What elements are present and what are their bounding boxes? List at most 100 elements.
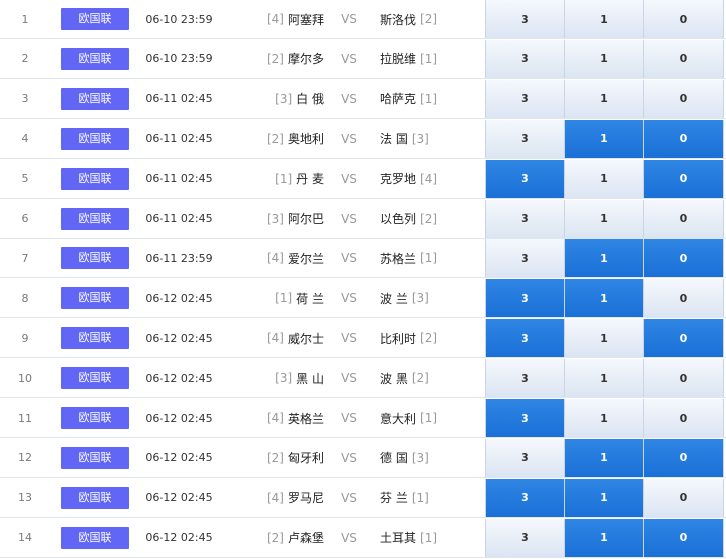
- odd-draw-button[interactable]: 1: [564, 119, 643, 158]
- odd-draw-button[interactable]: 1: [564, 79, 643, 118]
- league-badge[interactable]: 欧国联: [61, 160, 129, 198]
- home-rank: [4]: [266, 490, 284, 505]
- odd-lose-button[interactable]: 0: [643, 0, 724, 38]
- odd-draw-button[interactable]: 1: [564, 319, 643, 358]
- league-badge[interactable]: 欧国联: [61, 519, 129, 557]
- odd-lose-button[interactable]: 0: [643, 359, 724, 398]
- odd-lose-button[interactable]: 0: [643, 79, 724, 118]
- odd-draw-button[interactable]: 1: [564, 478, 643, 517]
- odd-draw-button[interactable]: 1: [564, 518, 643, 557]
- odd-win-button[interactable]: 3: [485, 518, 564, 557]
- match-row: 8 欧国联 06-12 02:45 [1] 荷 兰 VS 波 兰 [3] 3 1…: [0, 279, 726, 319]
- home-rank: [2]: [266, 131, 284, 146]
- odd-lose-button[interactable]: 0: [643, 39, 724, 78]
- league-label: 欧国联: [61, 87, 129, 110]
- home-team: [4] 爱尔兰: [224, 239, 324, 277]
- match-time: 06-10 23:59: [145, 52, 213, 66]
- league-label: 欧国联: [61, 287, 129, 310]
- away-team-name: 芬 兰: [380, 491, 408, 506]
- match-row: 12 欧国联 06-12 02:45 [2] 匈牙利 VS 德 国 [3] 3 …: [0, 438, 726, 478]
- league-label: 欧国联: [61, 207, 129, 230]
- odd-win-button[interactable]: 3: [485, 119, 564, 158]
- odd-draw-button[interactable]: 1: [564, 438, 643, 477]
- odd-win-button[interactable]: 3: [485, 159, 564, 198]
- match-time: 06-11 02:45: [145, 92, 213, 106]
- home-team-name: 丹 麦: [296, 172, 324, 187]
- away-team: 意大利 [1]: [380, 399, 480, 437]
- league-badge[interactable]: 欧国联: [61, 439, 129, 477]
- match-time: 06-12 02:45: [145, 411, 213, 425]
- odd-lose-button[interactable]: 0: [643, 518, 724, 557]
- league-badge[interactable]: 欧国联: [61, 200, 129, 238]
- match-index: 7: [21, 251, 29, 265]
- odd-win-button[interactable]: 3: [485, 79, 564, 118]
- vs-label: VS: [341, 331, 357, 346]
- odd-win-button[interactable]: 3: [485, 199, 564, 238]
- odd-lose-button[interactable]: 0: [643, 399, 724, 437]
- league-badge[interactable]: 欧国联: [61, 319, 129, 357]
- league-badge[interactable]: 欧国联: [61, 359, 129, 397]
- match-index: 12: [18, 451, 32, 465]
- away-rank: [1]: [420, 530, 438, 545]
- away-team: 土耳其 [1]: [380, 519, 480, 557]
- odd-win-button[interactable]: 3: [485, 279, 564, 318]
- away-rank: [1]: [420, 91, 438, 106]
- odd-win-button[interactable]: 3: [485, 359, 564, 398]
- match-row: 1 欧国联 06-10 23:59 [4] 阿塞拜 VS 斯洛伐 [2] 3 1…: [0, 0, 726, 39]
- odd-draw-button[interactable]: 1: [564, 359, 643, 398]
- away-team: 波 兰 [3]: [380, 279, 480, 317]
- home-team: [3] 黑 山: [224, 359, 324, 397]
- league-label: 欧国联: [61, 167, 129, 190]
- home-rank: [4]: [266, 411, 284, 425]
- odd-draw-button[interactable]: 1: [564, 159, 643, 198]
- odd-draw-button[interactable]: 1: [564, 0, 643, 38]
- home-rank: [4]: [266, 12, 284, 26]
- league-label: 欧国联: [61, 127, 129, 150]
- odd-win-button[interactable]: 3: [485, 319, 564, 358]
- league-badge[interactable]: 欧国联: [61, 0, 129, 38]
- league-badge[interactable]: 欧国联: [61, 40, 129, 78]
- home-rank: [2]: [266, 450, 284, 465]
- home-team: [3] 阿尔巴: [224, 200, 324, 238]
- odd-lose-button[interactable]: 0: [643, 319, 724, 358]
- odd-win-button[interactable]: 3: [485, 239, 564, 278]
- odd-win-button[interactable]: 3: [485, 478, 564, 517]
- odd-draw-button[interactable]: 1: [564, 199, 643, 238]
- odd-lose-button[interactable]: 0: [643, 279, 724, 318]
- odd-lose-button[interactable]: 0: [643, 239, 724, 278]
- home-rank: [4]: [266, 331, 284, 346]
- odd-lose-button[interactable]: 0: [643, 119, 724, 158]
- odd-win-button[interactable]: 3: [485, 399, 564, 437]
- league-badge[interactable]: 欧国联: [61, 120, 129, 158]
- odd-lose-button[interactable]: 0: [643, 159, 724, 198]
- match-index: 14: [18, 531, 32, 545]
- away-team-name: 苏格兰: [380, 251, 417, 266]
- odd-lose-button[interactable]: 0: [643, 438, 724, 477]
- match-time: 06-12 02:45: [145, 371, 213, 385]
- home-rank: [2]: [266, 530, 284, 545]
- away-team-name: 意大利: [380, 411, 417, 426]
- odd-win-button[interactable]: 3: [485, 438, 564, 477]
- odd-draw-button[interactable]: 1: [564, 239, 643, 278]
- odd-win-button[interactable]: 3: [485, 0, 564, 38]
- home-team-name: 匈牙利: [287, 451, 324, 466]
- odd-win-button[interactable]: 3: [485, 39, 564, 78]
- home-team: [4] 英格兰: [224, 399, 324, 437]
- odd-draw-button[interactable]: 1: [564, 39, 643, 78]
- odd-lose-button[interactable]: 0: [643, 478, 724, 517]
- odd-draw-button[interactable]: 1: [564, 279, 643, 318]
- match-index: 6: [21, 212, 29, 225]
- league-badge[interactable]: 欧国联: [61, 279, 129, 317]
- home-team: [2] 奥地利: [224, 120, 324, 158]
- home-team: [4] 罗马尼: [224, 479, 324, 517]
- match-index: 1: [21, 12, 29, 26]
- home-team: [2] 匈牙利: [224, 439, 324, 477]
- vs-label: VS: [341, 411, 357, 425]
- league-badge[interactable]: 欧国联: [61, 399, 129, 437]
- league-badge[interactable]: 欧国联: [61, 80, 129, 118]
- match-row: 10 欧国联 06-12 02:45 [3] 黑 山 VS 波 黑 [2] 3 …: [0, 359, 726, 399]
- league-badge[interactable]: 欧国联: [61, 239, 129, 277]
- league-badge[interactable]: 欧国联: [61, 479, 129, 517]
- odd-draw-button[interactable]: 1: [564, 399, 643, 437]
- odd-lose-button[interactable]: 0: [643, 199, 724, 238]
